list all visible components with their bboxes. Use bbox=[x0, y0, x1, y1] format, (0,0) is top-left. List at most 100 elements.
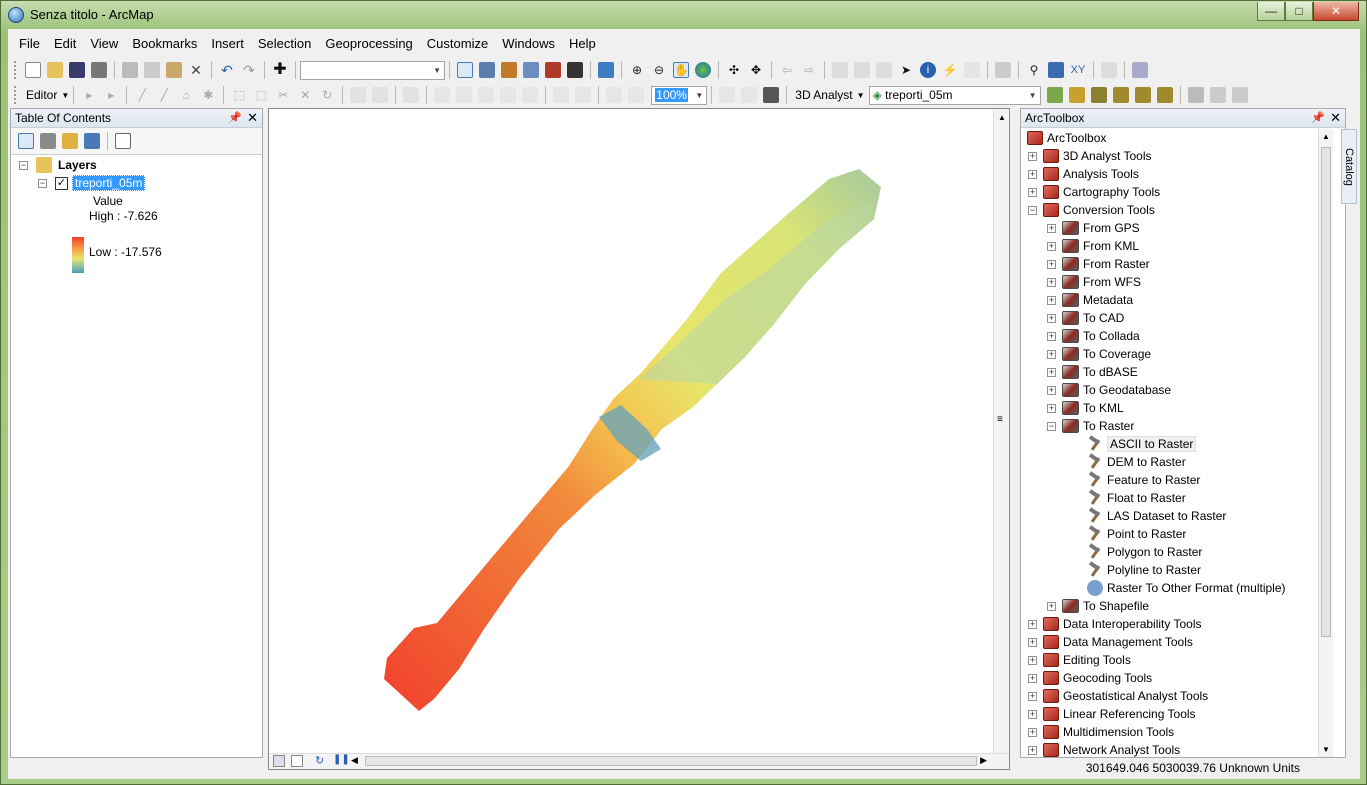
menu-edit[interactable]: Edit bbox=[47, 33, 83, 54]
python-window-icon[interactable] bbox=[567, 62, 583, 78]
expand-icon[interactable]: + bbox=[1028, 691, 1037, 701]
catalog-tab[interactable]: Catalog bbox=[1341, 129, 1357, 204]
change-layout-icon[interactable] bbox=[763, 87, 780, 103]
toolbox-cartography[interactable]: Cartography Tools bbox=[1063, 185, 1160, 199]
select-elements-icon[interactable] bbox=[876, 62, 892, 78]
line-of-sight-icon[interactable] bbox=[1090, 87, 1107, 103]
toolset-to-coverage[interactable]: To Coverage bbox=[1083, 347, 1151, 361]
tool-polygon-to-raster[interactable]: Polygon to Raster bbox=[1107, 545, 1202, 559]
expand-icon[interactable]: + bbox=[1047, 277, 1056, 287]
tool-float-to-raster[interactable]: Float to Raster bbox=[1107, 491, 1186, 505]
tool-polyline-to-raster[interactable]: Polyline to Raster bbox=[1107, 563, 1201, 577]
save-icon[interactable] bbox=[69, 62, 85, 78]
html-popup-icon[interactable] bbox=[964, 62, 980, 78]
menu-geoprocessing[interactable]: Geoprocessing bbox=[318, 33, 419, 54]
rotate-icon[interactable]: ↻ bbox=[319, 87, 335, 103]
layout-tool-4-icon[interactable] bbox=[628, 87, 645, 103]
georef-tool-3-icon[interactable] bbox=[478, 87, 495, 103]
identify-info-icon[interactable]: i bbox=[920, 62, 936, 78]
layout-tool-3-icon[interactable] bbox=[606, 87, 623, 103]
toolset-from-gps[interactable]: From GPS bbox=[1083, 221, 1140, 235]
tool-las-dataset-to-raster[interactable]: LAS Dataset to Raster bbox=[1107, 509, 1226, 523]
toolbox-root[interactable]: ArcToolbox bbox=[1047, 131, 1106, 145]
trace-icon[interactable]: ⌂ bbox=[178, 87, 194, 103]
edit-vertices-icon[interactable]: ⬚ bbox=[231, 87, 247, 103]
edit-annotation-icon[interactable]: ▸ bbox=[103, 87, 119, 103]
expand-icon[interactable]: + bbox=[1028, 637, 1037, 647]
toolbox-conversion[interactable]: Conversion Tools bbox=[1063, 203, 1155, 217]
georef-tool-5-icon[interactable] bbox=[522, 87, 539, 103]
tool-point-to-raster[interactable]: Point to Raster bbox=[1107, 527, 1186, 541]
expand-icon[interactable]: + bbox=[1028, 151, 1037, 161]
zoom-out-icon[interactable]: ⊖ bbox=[651, 62, 667, 78]
pin-icon[interactable]: 📌 bbox=[1311, 111, 1325, 124]
toolset-to-shapefile[interactable]: To Shapefile bbox=[1083, 599, 1149, 613]
list-by-selection-icon[interactable] bbox=[84, 133, 100, 149]
menu-customize[interactable]: Customize bbox=[420, 33, 495, 54]
point-profile-icon[interactable] bbox=[1209, 87, 1226, 103]
expand-icon[interactable]: + bbox=[1047, 295, 1056, 305]
toolbox-multidimension[interactable]: Multidimension Tools bbox=[1063, 725, 1174, 739]
expand-icon[interactable]: + bbox=[1028, 169, 1037, 179]
toolbox-3d-analyst[interactable]: 3D Analyst Tools bbox=[1063, 149, 1152, 163]
collapse-icon[interactable]: − bbox=[1047, 421, 1056, 431]
expand-icon[interactable]: + bbox=[1047, 313, 1056, 323]
expand-icon[interactable]: + bbox=[1047, 241, 1056, 251]
arctoolbox-icon[interactable] bbox=[545, 62, 561, 78]
map-data-view[interactable]: ▲ ≡ ▼ ↻ ❚❚ ◀ ▶ bbox=[268, 108, 1010, 770]
menu-selection[interactable]: Selection bbox=[251, 33, 318, 54]
measure-icon[interactable] bbox=[995, 62, 1011, 78]
select-features-icon[interactable] bbox=[832, 62, 848, 78]
clear-selection-icon[interactable] bbox=[854, 62, 870, 78]
forward-extent-icon[interactable]: ⇨ bbox=[801, 62, 817, 78]
toolset-to-cad[interactable]: To CAD bbox=[1083, 311, 1124, 325]
layers-root-label[interactable]: Layers bbox=[58, 158, 97, 172]
map-vertical-scrollbar[interactable]: ▲ ≡ ▼ bbox=[993, 109, 1009, 769]
tool-raster-to-other-format[interactable]: Raster To Other Format (multiple) bbox=[1107, 581, 1286, 595]
minimize-button[interactable]: — bbox=[1257, 2, 1285, 21]
pin-icon[interactable]: 📌 bbox=[228, 111, 242, 124]
toolset-to-geodatabase[interactable]: To Geodatabase bbox=[1083, 383, 1171, 397]
expand-icon[interactable]: + bbox=[1028, 655, 1037, 665]
expand-icon[interactable]: + bbox=[1047, 367, 1056, 377]
toolset-to-dbase[interactable]: To dBASE bbox=[1083, 365, 1138, 379]
expand-icon[interactable]: + bbox=[1047, 331, 1056, 341]
hyperlink-icon[interactable]: ⚡ bbox=[942, 62, 958, 78]
map-scale-combo[interactable]: ▼ bbox=[300, 60, 445, 80]
editor-toolbar-icon[interactable] bbox=[457, 62, 473, 78]
menu-bookmarks[interactable]: Bookmarks bbox=[125, 33, 204, 54]
point-icon[interactable]: ✱ bbox=[200, 87, 216, 103]
find-route-icon[interactable] bbox=[1048, 62, 1064, 78]
interpolate-polygon-icon[interactable] bbox=[1156, 87, 1173, 103]
toolset-from-raster[interactable]: From Raster bbox=[1083, 257, 1150, 271]
scroll-thumb[interactable] bbox=[1321, 147, 1331, 637]
new-document-icon[interactable] bbox=[25, 62, 41, 78]
paste-icon[interactable] bbox=[166, 62, 182, 78]
reshape-icon[interactable]: ⬚ bbox=[253, 87, 269, 103]
layout-tool-1-icon[interactable] bbox=[553, 87, 570, 103]
expand-icon[interactable]: + bbox=[1047, 385, 1056, 395]
end-point-arc-icon[interactable]: ╱ bbox=[156, 87, 172, 103]
toolset-metadata[interactable]: Metadata bbox=[1083, 293, 1133, 307]
layout-tool-2-icon[interactable] bbox=[575, 87, 592, 103]
list-by-drawing-order-icon[interactable] bbox=[18, 133, 34, 149]
tool-dem-to-raster[interactable]: DEM to Raster bbox=[1107, 455, 1186, 469]
collapse-icon[interactable]: − bbox=[38, 178, 47, 188]
menu-file[interactable]: File bbox=[12, 33, 47, 54]
menu-insert[interactable]: Insert bbox=[204, 33, 251, 54]
zoom-in-icon[interactable]: ⊕ bbox=[629, 62, 645, 78]
undo-icon[interactable]: ↶ bbox=[219, 62, 235, 78]
profile-graph-icon[interactable] bbox=[1187, 87, 1204, 103]
georef-tool-4-icon[interactable] bbox=[500, 87, 517, 103]
print-icon[interactable] bbox=[91, 62, 107, 78]
scroll-up-icon[interactable]: ▲ bbox=[998, 113, 1006, 122]
tool-feature-to-raster[interactable]: Feature to Raster bbox=[1107, 473, 1200, 487]
close-button[interactable]: ✕ bbox=[1313, 2, 1359, 21]
find-binoculars-icon[interactable]: ⚲ bbox=[1026, 62, 1042, 78]
list-by-visibility-icon[interactable] bbox=[62, 133, 78, 149]
toolset-to-raster[interactable]: To Raster bbox=[1083, 419, 1134, 433]
georef-tool-2-icon[interactable] bbox=[456, 87, 473, 103]
scroll-grip-icon[interactable]: ≡ bbox=[997, 414, 1003, 425]
expand-icon[interactable]: + bbox=[1028, 745, 1037, 755]
focus-data-frame-icon[interactable] bbox=[741, 87, 758, 103]
